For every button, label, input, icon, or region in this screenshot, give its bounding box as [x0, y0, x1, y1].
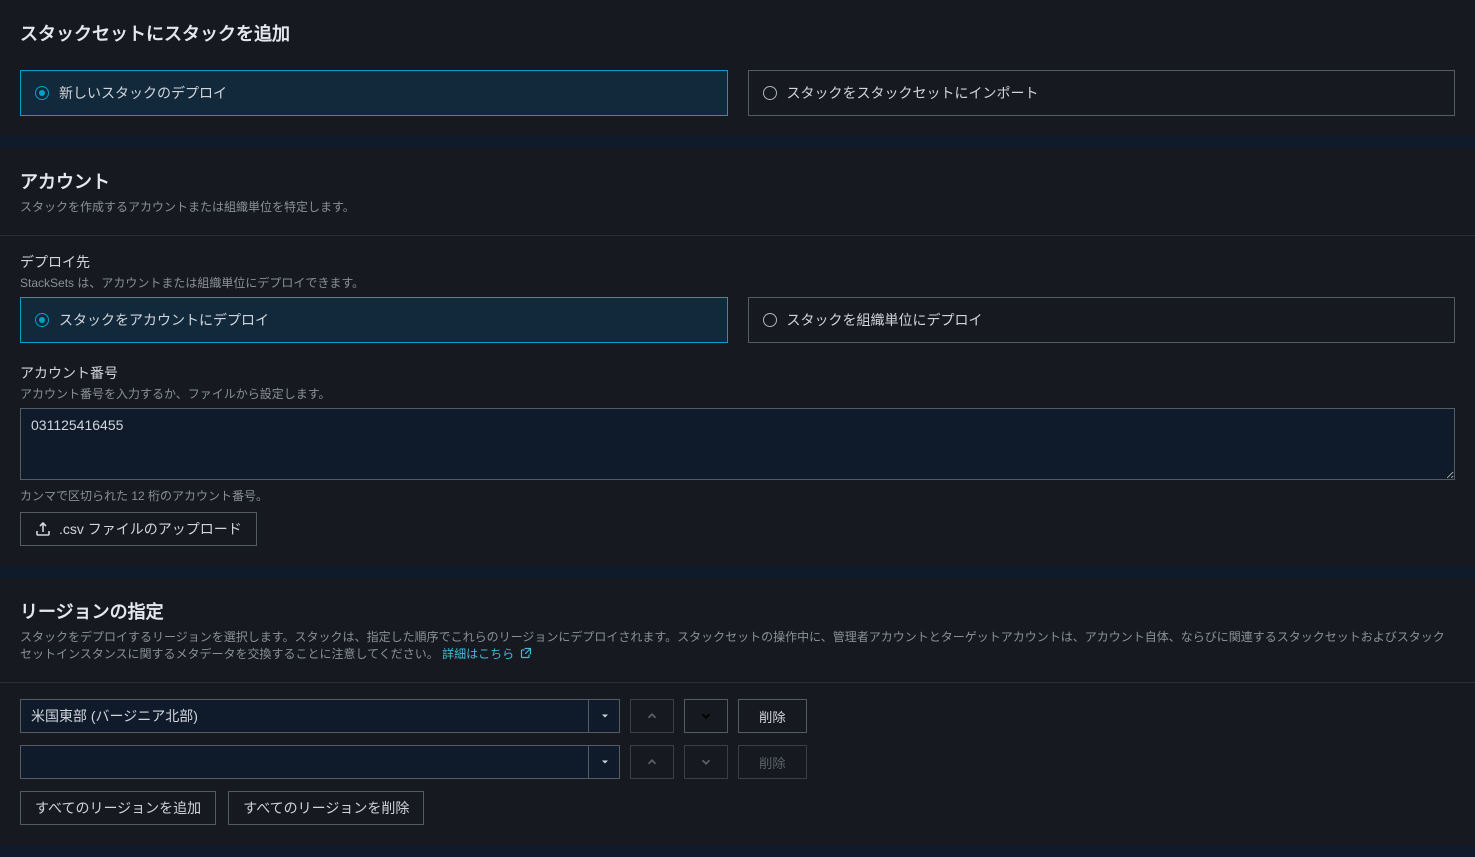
delete-region-button[interactable]: 削除: [738, 699, 807, 733]
radio-icon: [35, 313, 49, 327]
regions-title: リージョンの指定: [20, 598, 1455, 624]
radio-icon: [35, 86, 49, 100]
region-select[interactable]: [20, 745, 620, 779]
radio-deploy-new-stacks[interactable]: 新しいスタックのデプロイ: [20, 70, 728, 116]
account-numbers-input[interactable]: [20, 408, 1455, 480]
deploy-target-label: デプロイ先: [20, 252, 1455, 272]
move-down-button: [684, 745, 728, 779]
radio-import-label: スタックをスタックセットにインポート: [787, 83, 1039, 103]
delete-region-button: 削除: [738, 745, 807, 779]
chevron-up-icon: [645, 755, 659, 769]
accounts-subtitle: スタックを作成するアカウントまたは組織単位を特定します。: [20, 198, 1455, 215]
radio-to-ou-label: スタックを組織単位にデプロイ: [787, 310, 983, 330]
region-select-wrap: [20, 745, 620, 779]
account-numbers-helper: カンマで区切られた 12 桁のアカウント番号。: [20, 487, 1455, 504]
regions-subtitle: スタックをデプロイするリージョンを選択します。スタックは、指定した順序でこれらの…: [20, 628, 1455, 662]
accounts-panel: アカウント スタックを作成するアカウントまたは組織単位を特定します。 デプロイ先…: [0, 148, 1475, 566]
add-stacks-panel: スタックセットにスタックを追加 新しいスタックのデプロイ スタックをスタックセッ…: [0, 0, 1475, 136]
learn-more-label: 詳細はこちら: [442, 647, 514, 661]
upload-csv-label: .csv ファイルのアップロード: [59, 519, 242, 539]
deploy-target-radio-group: スタックをアカウントにデプロイ スタックを組織単位にデプロイ: [20, 297, 1455, 343]
regions-subtitle-text: スタックをデプロイするリージョンを選択します。スタックは、指定した順序でこれらの…: [20, 630, 1445, 661]
move-up-button: [630, 745, 674, 779]
add-stacks-radio-group: 新しいスタックのデプロイ スタックをスタックセットにインポート: [20, 70, 1455, 116]
region-row: 削除: [20, 745, 1455, 779]
chevron-down-icon: [699, 709, 713, 723]
radio-deploy-new-label: 新しいスタックのデプロイ: [59, 83, 227, 103]
divider: [0, 235, 1475, 236]
deploy-target-sub: StackSets は、アカウントまたは組織単位にデプロイできます。: [20, 274, 1455, 291]
region-rows: 米国東部 (バージニア北部) 削除 削除: [20, 699, 1455, 779]
add-all-label: すべてのリージョンを追加: [35, 798, 201, 818]
upload-csv-button[interactable]: .csv ファイルのアップロード: [20, 512, 257, 546]
external-link-icon: [520, 647, 532, 659]
region-row: 米国東部 (バージニア北部) 削除: [20, 699, 1455, 733]
radio-icon: [763, 313, 777, 327]
add-all-regions-button[interactable]: すべてのリージョンを追加: [20, 791, 216, 825]
radio-to-accounts-label: スタックをアカウントにデプロイ: [59, 310, 269, 330]
accounts-title: アカウント: [20, 168, 1455, 194]
divider: [0, 682, 1475, 683]
radio-import-stacks[interactable]: スタックをスタックセットにインポート: [748, 70, 1456, 116]
account-numbers-sub: アカウント番号を入力するか、ファイルから設定します。: [20, 385, 1455, 402]
account-numbers-label: アカウント番号: [20, 363, 1455, 383]
chevron-down-icon: [699, 755, 713, 769]
region-select-wrap: 米国東部 (バージニア北部): [20, 699, 620, 733]
add-stacks-title: スタックセットにスタックを追加: [20, 20, 1455, 46]
region-select[interactable]: 米国東部 (バージニア北部): [20, 699, 620, 733]
move-up-button: [630, 699, 674, 733]
chevron-up-icon: [645, 709, 659, 723]
remove-all-label: すべてのリージョンを削除: [243, 798, 409, 818]
radio-icon: [763, 86, 777, 100]
radio-deploy-to-ou[interactable]: スタックを組織単位にデプロイ: [748, 297, 1456, 343]
radio-deploy-to-accounts[interactable]: スタックをアカウントにデプロイ: [20, 297, 728, 343]
upload-icon: [35, 521, 51, 537]
learn-more-link[interactable]: 詳細はこちら: [442, 647, 531, 661]
move-down-button[interactable]: [684, 699, 728, 733]
regions-panel: リージョンの指定 スタックをデプロイするリージョンを選択します。スタックは、指定…: [0, 578, 1475, 845]
remove-all-regions-button[interactable]: すべてのリージョンを削除: [228, 791, 424, 825]
